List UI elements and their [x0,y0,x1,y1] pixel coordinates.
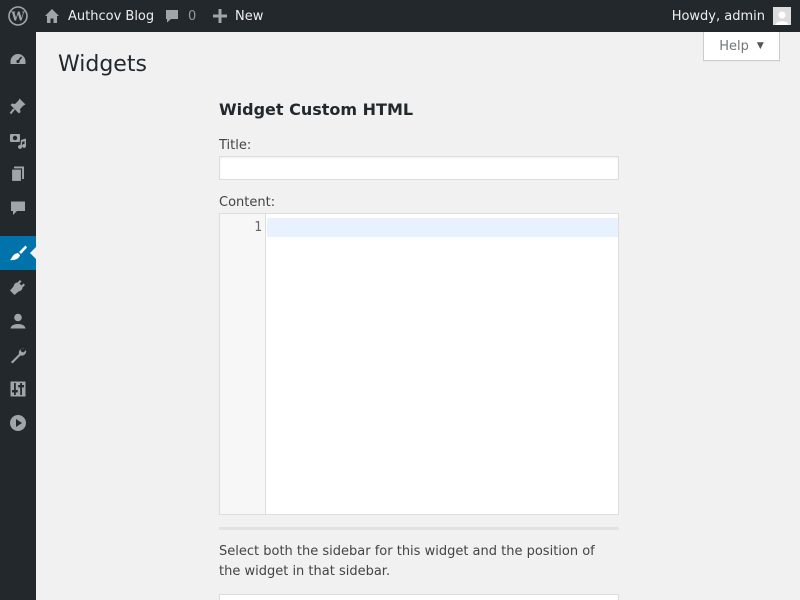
help-tab-label: Help [719,38,749,54]
admin-bar: W Authcov Blog 0 New Howdy, admin [0,0,800,32]
plus-icon [213,9,227,23]
svg-text:W: W [10,10,25,24]
sidebar-help-text: Select both the sidebar for this widget … [219,544,595,579]
comments-link[interactable]: 0 [164,0,196,32]
menu-item-media-player[interactable] [0,406,36,440]
wordpress-icon: W [8,6,28,26]
media-icon [10,134,26,149]
settings-icon [10,381,26,397]
new-content-button[interactable]: New [213,0,263,32]
widget-form: Widget Custom HTML Title: Content: 1 Sel… [219,98,619,600]
menu-item-users[interactable] [0,304,36,338]
users-icon [10,313,26,329]
menu-item-posts[interactable] [0,89,36,123]
wordpress-logo-button[interactable]: W [0,0,36,32]
active-line-highlight[interactable] [267,218,618,237]
plugins-icon [10,280,25,295]
sidebar-select-box[interactable] [219,594,619,600]
html-code-editor[interactable]: 1 [219,213,619,515]
comments-icon [11,201,25,215]
divider [219,527,619,530]
menu-item-tools[interactable] [0,338,36,372]
pin-icon [9,98,26,115]
menu-item-plugins[interactable] [0,270,36,304]
comment-bubble-icon [166,10,178,23]
menu-item-settings[interactable] [0,372,36,406]
page-title: Widgets [58,52,147,77]
new-label: New [235,8,264,24]
admin-menu [0,32,36,600]
play-icon [10,415,26,431]
widget-title-input[interactable] [219,156,619,180]
my-account-menu[interactable]: Howdy, admin [672,0,791,32]
user-avatar-icon [775,11,789,25]
help-tab-button[interactable]: Help ▼ [703,32,780,61]
menu-item-pages[interactable] [0,157,36,191]
dashboard-icon [10,54,26,64]
menu-item-comments[interactable] [0,191,36,225]
line-number: 1 [254,220,262,235]
menu-item-media[interactable] [0,123,36,157]
title-label: Title: [219,138,252,153]
tools-icon [11,348,27,364]
site-name-label: Authcov Blog [68,8,155,24]
avatar [773,7,791,25]
site-name-link[interactable]: Authcov Blog [44,0,154,32]
content-label: Content: [219,195,276,210]
greeting-text: Howdy, admin [671,8,765,24]
appearance-icon [10,245,27,261]
comments-count: 0 [188,8,197,24]
line-number-gutter: 1 [220,214,266,514]
home-icon [45,9,59,23]
menu-item-dashboard[interactable] [0,43,36,77]
widget-heading: Widget Custom HTML [219,100,414,119]
caret-down-icon: ▼ [756,41,764,51]
menu-item-appearance[interactable] [0,236,36,270]
pages-icon [10,166,24,183]
